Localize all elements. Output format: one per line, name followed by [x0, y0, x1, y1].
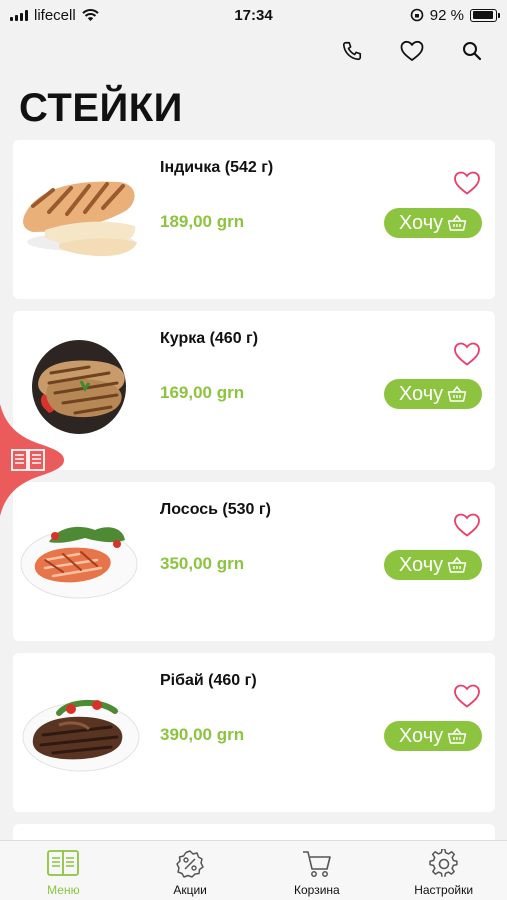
- want-button-label: Хочу: [398, 382, 444, 405]
- gear-icon: [428, 849, 458, 877]
- battery-fill: [472, 11, 493, 19]
- product-name: Індичка (542 г): [160, 159, 274, 176]
- want-button-label: Хочу: [398, 553, 444, 576]
- phone-icon[interactable]: [339, 38, 365, 64]
- favorite-heart-icon[interactable]: [453, 683, 481, 709]
- basket-icon: [447, 727, 467, 744]
- want-button-label: Хочу: [398, 724, 444, 747]
- want-button-label: Хочу: [398, 211, 444, 234]
- product-card[interactable]: Рібай (460 г) 390,00 grn Хочу: [13, 653, 495, 812]
- page-title: СТЕЙКИ: [19, 86, 183, 130]
- basket-icon: [447, 214, 467, 231]
- turkey-steak-image: [23, 181, 137, 256]
- product-name: Лосось (530 г): [160, 501, 271, 518]
- product-name: Курка (460 г): [160, 330, 259, 347]
- wifi-icon: [81, 8, 99, 21]
- tab-label: Акции: [173, 883, 207, 897]
- status-left: lifecell: [10, 7, 99, 24]
- want-button[interactable]: Хочу: [384, 379, 482, 409]
- favorites-heart-icon[interactable]: [399, 38, 425, 64]
- ribeye-steak-image: [22, 699, 140, 772]
- menu-book-icon: [47, 850, 80, 876]
- tab-bar: Меню Акции Корзина Настройки: [0, 840, 507, 900]
- rotation-lock-icon: [410, 8, 424, 22]
- want-button[interactable]: Хочу: [384, 208, 482, 238]
- want-button[interactable]: Хочу: [384, 550, 482, 580]
- tab-promotions[interactable]: Акции: [127, 841, 254, 900]
- tab-label: Корзина: [294, 883, 340, 897]
- side-catalog-tab[interactable]: [0, 404, 64, 516]
- status-right: 92 %: [410, 6, 500, 24]
- tab-menu[interactable]: Меню: [0, 841, 127, 900]
- product-card[interactable]: Курка (460 г) 169,00 grn Хочу: [13, 311, 495, 470]
- want-button[interactable]: Хочу: [384, 721, 482, 751]
- salmon-steak-image: [20, 526, 138, 599]
- header-actions: [339, 38, 485, 64]
- search-icon[interactable]: [459, 38, 485, 64]
- product-card[interactable]: Індичка (542 г) 189,00 grn Хочу: [13, 140, 495, 299]
- tab-settings[interactable]: Настройки: [380, 841, 507, 900]
- product-price: 189,00 grn: [160, 212, 245, 231]
- basket-icon: [447, 556, 467, 573]
- tab-label: Меню: [47, 883, 80, 897]
- status-time: 17:34: [234, 6, 273, 24]
- product-card[interactable]: Лосось (530 г) 350,00 grn Хочу: [13, 482, 495, 641]
- tab-label: Настройки: [414, 883, 474, 897]
- favorite-heart-icon[interactable]: [453, 512, 481, 538]
- discount-icon: [176, 850, 204, 878]
- product-list: Індичка (542 г) 189,00 grn Хочу Курка (4…: [13, 140, 495, 866]
- product-price: 350,00 grn: [160, 554, 245, 573]
- cart-icon: [302, 851, 331, 877]
- status-bar: lifecell 17:34 92 %: [0, 0, 507, 30]
- battery-percent: 92 %: [429, 6, 464, 24]
- signal-icon: [10, 9, 28, 21]
- basket-icon: [447, 385, 467, 402]
- favorite-heart-icon[interactable]: [453, 170, 481, 196]
- favorite-heart-icon[interactable]: [453, 341, 481, 367]
- carrier-label: lifecell: [34, 6, 76, 24]
- battery-icon: [470, 8, 500, 22]
- product-name: Рібай (460 г): [160, 672, 257, 689]
- tab-cart[interactable]: Корзина: [254, 841, 381, 900]
- product-price: 169,00 grn: [160, 383, 245, 402]
- product-price: 390,00 grn: [160, 725, 245, 744]
